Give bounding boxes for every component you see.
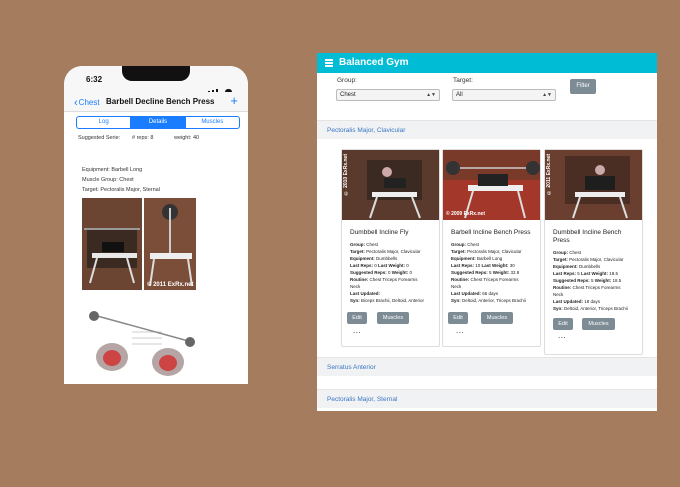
segmented-control: Log Details Muscles <box>76 116 240 129</box>
card-last-updated: Last Updated: <box>350 291 381 296</box>
suggested-serie-label: Suggested Serie: <box>78 135 121 141</box>
card-routine: Routine: Chest Triceps Forearms <box>553 285 621 290</box>
card-routine-cont: Neck <box>451 284 462 289</box>
select-arrows-icon: ▲▼ <box>542 92 552 98</box>
section-pectoralis-sternal[interactable]: Pectoralis Major, Sternal <box>317 389 657 408</box>
target-select[interactable]: All ▲▼ <box>452 89 556 101</box>
card-syn: Syn: Biceps Brachii, Deltoid, Anterior <box>350 298 425 303</box>
phone-notch <box>122 66 190 81</box>
card-last-reps: Last Reps: 5 Last Weight: 18.5 <box>553 271 618 276</box>
muscles-button[interactable]: Muscles <box>377 312 409 324</box>
group-label: Group: <box>337 77 357 84</box>
exercise-photo-end-art <box>144 198 196 290</box>
muscles-button[interactable]: Muscles <box>481 312 513 324</box>
muscle-group-text: Muscle Group: Chest <box>82 177 134 183</box>
section-serratus-anterior[interactable]: Serratus Anterior <box>317 357 657 376</box>
card-syn: Syn: Deltoid, Anterior, Triceps Brachii <box>553 306 628 311</box>
more-button[interactable]: ... <box>558 331 566 340</box>
tab-muscles[interactable]: Muscles <box>184 117 239 128</box>
exercise-image-art <box>342 150 439 220</box>
card-equipment: Equipment: Barbell Long <box>451 256 503 261</box>
web-app: Balanced Gym Group: Chest ▲▼ Target: All… <box>317 53 657 411</box>
exercise-card: © 2009 ExRx.net Barbell Incline Bench Pr… <box>442 149 541 347</box>
edit-button[interactable]: Edit <box>448 312 468 324</box>
tab-details[interactable]: Details <box>130 117 185 128</box>
image-watermark: © 2010 ExRx.net <box>343 154 349 196</box>
exercise-image: © 2011 ExRx.net <box>545 150 642 220</box>
muscles-button[interactable]: Muscles <box>582 318 615 330</box>
phone-screen: 6:32 ‹Chest Barbell Decline Bench Press … <box>64 66 248 384</box>
more-button[interactable]: ... <box>353 326 361 335</box>
app-toolbar: Balanced Gym <box>317 53 657 73</box>
phone-frame: 6:32 ‹Chest Barbell Decline Bench Press … <box>64 66 248 384</box>
card-routine-cont: Neck <box>553 292 564 297</box>
card-routine: Routine: Chest Triceps Forearms <box>451 277 519 282</box>
status-time: 6:32 <box>86 75 103 84</box>
more-button[interactable]: ... <box>456 326 464 335</box>
muscle-diagram <box>82 302 202 384</box>
edit-button[interactable]: Edit <box>347 312 367 324</box>
exercise-card: © 2011 ExRx.net Dumbbell Incline Bench P… <box>544 149 643 355</box>
card-syn: Syn: Deltoid, Anterior, Triceps Brachii <box>451 298 526 303</box>
exercise-photo-end: © 2011 ExRx.net <box>144 198 196 290</box>
reps-value: # reps: 8 <box>132 135 154 141</box>
app-title: Balanced Gym <box>339 57 409 68</box>
photo-watermark: © 2011 ExRx.net <box>147 282 194 288</box>
card-target: Target: Pectoralis Major, Clavicular <box>553 257 624 262</box>
exercise-image: © 2009 ExRx.net <box>443 150 540 220</box>
card-suggested: Suggested Reps: 0 Weight: 0 <box>350 270 412 275</box>
card-last-updated: Last Updated: 18 days <box>553 299 601 304</box>
muscle-diagram-art <box>89 311 195 376</box>
card-equipment: Equipment: Dumbbells <box>350 256 398 261</box>
nav-bar: ‹Chest Barbell Decline Bench Press + <box>64 92 248 112</box>
status-bar: 6:32 <box>64 66 248 112</box>
exercise-photo-start <box>82 198 142 290</box>
exercise-photo-start-art <box>82 198 142 290</box>
card-routine-cont: Neck <box>350 284 361 289</box>
image-watermark: © 2011 ExRx.net <box>546 154 552 196</box>
card-last-reps: Last Reps: 10 Last Weight: 30 <box>451 263 515 268</box>
target-text: Target: Pectoralis Major, Sternal <box>82 187 160 193</box>
back-label: Chest <box>78 98 100 107</box>
weight-value: weight: 40 <box>174 135 200 141</box>
card-suggested: Suggested Reps: 5 Weight: 18.5 <box>553 278 622 283</box>
exercise-image-art <box>443 150 540 220</box>
filter-button[interactable]: Filter <box>570 79 596 94</box>
card-group: Group: Chest <box>350 242 379 247</box>
card-title: Barbell Incline Bench Press <box>451 229 531 236</box>
card-equipment: Equipment: Dumbbells <box>553 264 601 269</box>
exercise-image-art <box>545 150 642 220</box>
card-title: Dumbbell Incline Bench Press <box>553 229 622 244</box>
card-group: Group: Chest <box>451 242 480 247</box>
exercise-image: © 2010 ExRx.net <box>342 150 439 220</box>
tab-log[interactable]: Log <box>77 117 130 128</box>
card-title: Dumbbell Incline Fly <box>350 229 409 236</box>
target-label: Target: <box>453 77 473 84</box>
edit-button[interactable]: Edit <box>553 318 573 330</box>
group-select-value: Chest <box>340 92 356 98</box>
card-routine: Routine: Chest Triceps Forearms <box>350 277 418 282</box>
status-icons <box>206 76 240 112</box>
card-last-reps: Last Reps: 0 Last Weight: 0 <box>350 263 409 268</box>
page-title: Barbell Decline Bench Press <box>106 97 215 106</box>
group-select[interactable]: Chest ▲▼ <box>336 89 440 101</box>
card-last-updated: Last Updated: 66 days <box>451 291 499 296</box>
image-watermark: © 2009 ExRx.net <box>446 211 485 217</box>
target-select-value: All <box>456 92 463 98</box>
hamburger-menu-icon[interactable] <box>325 59 333 68</box>
card-group: Group: Chest <box>553 250 582 255</box>
section-pectoralis-clavicular[interactable]: Pectoralis Major, Clavicular <box>317 120 657 139</box>
back-button[interactable]: ‹Chest <box>74 96 100 109</box>
add-button[interactable]: + <box>230 93 238 108</box>
card-suggested: Suggested Reps: 5 Weight: 32.8 <box>451 270 520 275</box>
select-arrows-icon: ▲▼ <box>426 92 436 98</box>
card-target: Target: Pectoralis Major, Clavicular <box>350 249 421 254</box>
exercise-card: © 2010 ExRx.net Dumbbell Incline Fly Gro… <box>341 149 440 347</box>
equipment-text: Equipment: Barbell Long <box>82 167 143 173</box>
chevron-left-icon: ‹ <box>74 97 78 109</box>
card-target: Target: Pectoralis Major, Clavicular <box>451 249 522 254</box>
